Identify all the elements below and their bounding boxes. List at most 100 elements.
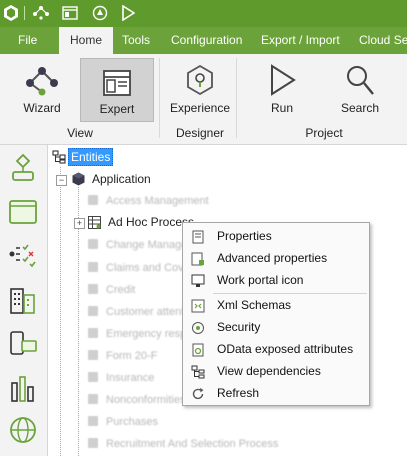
experience-button[interactable]: Experience <box>168 58 232 120</box>
menu-item-label: Refresh <box>217 386 260 400</box>
process-icon <box>88 262 98 272</box>
refresh-icon <box>191 386 205 400</box>
tree-item[interactable]: Access Management <box>88 191 209 209</box>
menu-cloud-services[interactable]: Cloud Ser <box>359 27 407 54</box>
process-table-icon <box>88 216 102 230</box>
menu-item-security[interactable]: Security <box>183 316 369 338</box>
left-toolbar <box>0 145 48 456</box>
title-bar <box>0 0 407 27</box>
process-icon <box>88 195 98 205</box>
menu-item-label: Advanced properties <box>217 251 328 265</box>
menu-item-xml-schemas[interactable]: Xml Schemas <box>183 294 369 316</box>
process-icon <box>88 239 98 249</box>
menu-item-work-portal-icon[interactable]: Work portal icon <box>183 269 369 291</box>
wizard-quick-icon[interactable] <box>31 3 51 23</box>
security-icon <box>191 320 205 334</box>
tree-item[interactable]: Insurance <box>88 368 154 386</box>
tree-root-node[interactable]: Entities <box>52 148 114 166</box>
devices-icon[interactable] <box>6 327 40 361</box>
tree-item-label: Insurance <box>106 372 155 384</box>
collapse-toggle[interactable]: − <box>56 175 67 186</box>
tree-item[interactable]: Form 20-F <box>88 346 157 364</box>
odata-icon <box>191 342 205 357</box>
expert-quick-icon[interactable] <box>60 3 80 23</box>
tree-item-label: Credit <box>106 284 136 296</box>
process-icon <box>88 284 98 294</box>
group-separator <box>159 58 160 138</box>
properties-icon <box>191 229 205 244</box>
wizard-icon <box>12 58 72 96</box>
expand-toggle[interactable]: + <box>74 218 85 229</box>
tree-item-ad-hoc-process[interactable]: Ad Hoc Process <box>88 213 194 231</box>
tree-item[interactable]: Purchases <box>88 412 158 430</box>
run-quick-icon[interactable] <box>118 3 138 23</box>
experience-quick-icon[interactable] <box>90 3 110 23</box>
process-icon <box>88 306 98 316</box>
menu-configuration[interactable]: Configuration <box>171 27 242 54</box>
experience-icon <box>168 58 232 96</box>
app-logo-icon <box>1 3 21 23</box>
menu-item-label: Properties <box>217 229 272 243</box>
process-icon <box>88 416 98 426</box>
application-cube-icon <box>72 172 86 186</box>
menu-tools[interactable]: Tools <box>122 27 150 54</box>
menu-export-import[interactable]: Export / Import <box>261 27 340 54</box>
wizard-label: Wizard <box>23 101 61 115</box>
advanced-properties-icon <box>191 251 205 266</box>
organization-icon[interactable] <box>6 283 40 317</box>
menu-item-properties[interactable]: Properties <box>183 225 369 247</box>
group-designer-label: Designer <box>175 126 225 140</box>
tree-item[interactable]: Nonconformities <box>88 390 185 408</box>
process-icon <box>88 350 98 360</box>
group-project-label: Project <box>305 126 343 140</box>
run-icon <box>252 58 312 96</box>
entities-icon <box>52 150 68 164</box>
menu-item-label: OData exposed attributes <box>217 342 354 356</box>
tree-item[interactable]: Recruitment And Selection Process <box>88 434 278 452</box>
run-button[interactable]: Run <box>252 58 312 120</box>
tree-item[interactable]: Credit <box>88 280 135 298</box>
menu-item-label: Work portal icon <box>217 273 304 287</box>
search-label: Search <box>340 101 380 115</box>
view-dependencies-icon <box>191 364 205 379</box>
search-button[interactable]: Search <box>330 58 390 120</box>
tree-line <box>60 167 61 456</box>
forms-icon[interactable] <box>6 195 40 229</box>
analytics-icon[interactable] <box>6 371 40 405</box>
xml-schemas-icon <box>191 298 205 313</box>
menu-item-view-dependencies[interactable]: View dependencies <box>183 360 369 382</box>
context-menu: Properties Advanced properties Work port… <box>182 222 370 406</box>
process-icon <box>88 328 98 338</box>
ribbon: Wizard Expert Experience Run Search View… <box>0 54 407 145</box>
expert-button[interactable]: Expert <box>80 58 154 122</box>
tree-item-label: Form 20-F <box>106 350 158 362</box>
tree-item-label: Nonconformities <box>106 394 186 406</box>
application-label: Application <box>92 172 151 186</box>
menu-file[interactable]: File <box>18 27 37 54</box>
titlebar-separator <box>24 6 25 20</box>
business-rules-icon[interactable] <box>6 239 40 273</box>
integration-globe-icon[interactable] <box>6 413 40 447</box>
menu-item-label: Security <box>217 320 261 334</box>
process-model-icon[interactable] <box>6 151 40 185</box>
search-icon <box>330 58 390 96</box>
tree-root-label[interactable]: Entities <box>68 148 114 166</box>
menu-item-odata-exposed-attributes[interactable]: OData exposed attributes <box>183 338 369 360</box>
menu-item-advanced-properties[interactable]: Advanced properties <box>183 247 369 269</box>
menu-bar: File Home Tools Configuration Export / I… <box>0 27 407 54</box>
tree-item-label: Access Management <box>106 195 209 207</box>
wizard-button[interactable]: Wizard <box>12 58 72 120</box>
group-separator <box>236 58 237 138</box>
process-icon <box>88 394 98 404</box>
menu-item-refresh[interactable]: Refresh <box>183 382 369 404</box>
process-icon <box>88 372 98 382</box>
experience-label: Experience <box>169 101 231 115</box>
tree-item-label: Recruitment And Selection Process <box>106 438 279 450</box>
run-label: Run <box>270 101 293 115</box>
menu-home[interactable]: Home <box>59 27 114 54</box>
menu-item-label: View dependencies <box>217 364 321 378</box>
tree-item-label: Purchases <box>106 416 158 428</box>
menu-item-label: Xml Schemas <box>217 298 292 312</box>
application-node[interactable]: Application <box>72 170 151 188</box>
expert-icon <box>81 59 153 97</box>
